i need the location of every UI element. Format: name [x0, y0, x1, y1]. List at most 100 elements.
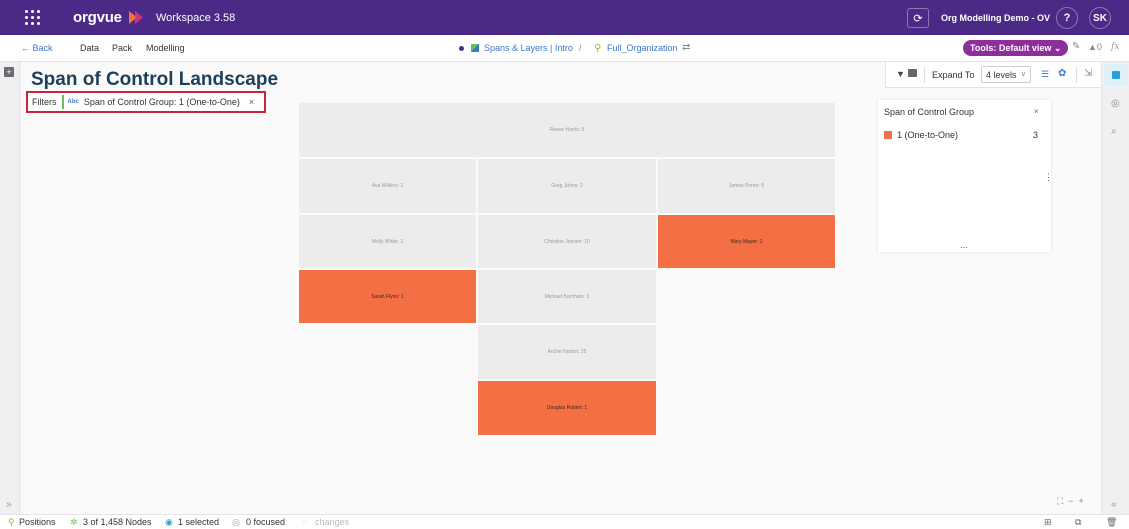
user-avatar[interactable]: SK	[1089, 7, 1111, 29]
treemap-cell-highlighted[interactable]: Mary Mayer: 1	[657, 214, 836, 269]
filter-chip-label: Span of Control Group: 1 (One-to-One)	[83, 97, 240, 107]
focused-count[interactable]: 0 focused	[246, 517, 285, 527]
canvas-area: Span of Control Landscape Filters Abc Sp…	[21, 62, 1101, 514]
treemap-cell[interactable]: Greg Johns: 2	[477, 158, 657, 214]
focused-icon: ◎	[232, 517, 240, 527]
copy-icon[interactable]: ⧉	[1075, 517, 1081, 528]
breadcrumb-separator: /	[579, 43, 582, 53]
delete-icon[interactable]: 🗑	[1106, 517, 1117, 528]
menu-pack[interactable]: Pack	[112, 43, 132, 53]
tools-view-button[interactable]: Tools: Default view ⌄	[963, 40, 1069, 56]
cell-label: Douglas Robert: 1	[546, 405, 588, 411]
chart-toolbar: ▼ Expand To 4 levels ∨ ☰ ✿ ⇲	[885, 62, 1101, 88]
filters-label: Filters	[32, 97, 57, 107]
breadcrumb-dataset[interactable]: Full_Organization	[607, 43, 678, 53]
properties-panel-icon[interactable]	[1104, 64, 1128, 86]
toolbar-divider	[924, 67, 925, 83]
menu-data[interactable]: Data	[80, 43, 99, 53]
logo-mark-icon	[129, 11, 143, 24]
list-view-icon[interactable]: ☰	[1041, 69, 1049, 80]
table-icon[interactable]	[908, 69, 917, 77]
cell-label: Archie Norton: 25	[547, 349, 587, 355]
treemap-cell[interactable]: James Porter: 5	[657, 158, 836, 214]
sync-icon[interactable]: ⟳	[907, 8, 929, 28]
treemap-cell[interactable]: Reeve Harris: 5	[298, 102, 836, 158]
toolbar-divider	[1076, 67, 1077, 83]
color-palette-icon[interactable]: ✿	[1058, 68, 1066, 79]
add-node-icon[interactable]: ⊞	[1044, 517, 1052, 528]
status-bar: ⚲ Positions ✲ 3 of 1,458 Nodes ◉ 1 selec…	[0, 514, 1129, 529]
workspace-label: Workspace 3.58	[156, 12, 236, 24]
close-legend-icon[interactable]: ×	[1034, 107, 1039, 116]
export-icon[interactable]: ⇲	[1084, 68, 1092, 79]
nodes-count: 3 of 1,458 Nodes	[83, 517, 152, 527]
more-horizontal-icon[interactable]: ...	[960, 240, 968, 250]
status-dot-icon	[459, 46, 464, 51]
legend-title: Span of Control Group	[884, 107, 975, 117]
filter-chip[interactable]: Abc Span of Control Group: 1 (One-to-One…	[61, 95, 254, 109]
settings-icon[interactable]: ◎	[1111, 98, 1120, 109]
warning-icon[interactable]: ▲0	[1088, 42, 1102, 52]
cell-label: Greg Johns: 2	[551, 183, 583, 189]
app-grid-icon[interactable]	[25, 10, 40, 25]
back-label: Back	[32, 43, 53, 53]
warning-count: 0	[1096, 42, 1102, 52]
cell-label: Reeve Harris: 5	[549, 127, 585, 133]
search-icon[interactable]: ⌕	[1111, 126, 1117, 137]
right-panel-strip: ◎ ⌕ «	[1101, 62, 1129, 514]
back-link[interactable]: ← Back	[21, 43, 53, 53]
hierarchy-icon: ⚲	[8, 517, 15, 527]
cell-label: Michael Burnham: 3	[544, 293, 590, 300]
legend-swatch	[884, 131, 892, 139]
cell-label: Mary Mayer: 1	[730, 238, 763, 245]
page-title: Span of Control Landscape	[31, 69, 279, 90]
expand-levels-value: 4 levels	[986, 70, 1017, 80]
help-button[interactable]: ?	[1056, 7, 1078, 29]
formula-icon[interactable]: fx	[1111, 42, 1119, 52]
cell-label: Sarah Flynn: 1	[371, 293, 404, 300]
expand-left-icon[interactable]: »	[6, 499, 12, 510]
menu-modelling[interactable]: Modelling	[146, 43, 185, 53]
changes-icon: ◌	[302, 517, 308, 527]
left-panel-strip: + »	[0, 62, 20, 514]
collapse-right-icon[interactable]: «	[1111, 499, 1117, 510]
nodes-icon: ✲	[70, 517, 78, 527]
dataset-title[interactable]: Org Modelling Demo - OV	[941, 13, 1050, 23]
brand-logo[interactable]: orgvue	[73, 9, 122, 26]
zoom-controls[interactable]: ⛶ − +	[1057, 496, 1084, 507]
tools-view-label: Tools: Default view	[970, 43, 1052, 53]
more-vertical-icon[interactable]: ⋮	[1044, 172, 1053, 183]
cell-label: Christine Jensen: 10	[544, 238, 590, 245]
cell-label: Molly White: 3	[371, 238, 404, 245]
add-icon[interactable]: +	[4, 67, 14, 77]
swap-icon[interactable]: ⇄	[682, 42, 690, 53]
hierarchy-icon: ⚲	[594, 43, 602, 54]
chevron-down-icon: ∨	[1020, 71, 1026, 78]
treemap-cell[interactable]: Michael Burnham: 3	[477, 269, 657, 324]
filter-icon[interactable]: ▼	[896, 69, 905, 79]
remove-filter-icon[interactable]: ×	[249, 97, 254, 107]
treemap-cell[interactable]: Ava Wilkins: 2	[298, 158, 477, 214]
positions-label[interactable]: Positions	[19, 517, 56, 527]
changes-label: changes	[315, 517, 350, 527]
top-bar: orgvue Workspace 3.58 ⟳ Org Modelling De…	[0, 0, 1129, 35]
text-type-icon: Abc	[67, 99, 79, 105]
treemap-cell-highlighted[interactable]: Sarah Flynn: 1	[298, 269, 477, 324]
treemap-cell[interactable]: Archie Norton: 25	[477, 324, 657, 380]
legend-panel: Span of Control Group × 1 (One-to-One) 3…	[878, 100, 1053, 252]
pin-icon[interactable]: ✎	[1072, 41, 1080, 52]
legend-item-label[interactable]: 1 (One-to-One)	[897, 130, 958, 140]
expand-levels-select[interactable]: 4 levels ∨	[981, 66, 1031, 83]
treemap-cell[interactable]: Christine Jensen: 10	[477, 214, 657, 269]
legend-item-count: 3	[1033, 130, 1039, 140]
treemap-cell-highlighted[interactable]: Douglas Robert: 1	[477, 380, 657, 436]
cell-label: Ava Wilkins: 2	[371, 183, 404, 189]
pack-icon	[471, 44, 479, 52]
filters-bar: Filters Abc Span of Control Group: 1 (On…	[26, 91, 266, 113]
cell-label: James Porter: 5	[728, 183, 765, 189]
selected-count[interactable]: 1 selected	[178, 517, 219, 527]
nav-bar: ← Back Data Pack Modelling Spans & Layer…	[0, 35, 1129, 62]
treemap-cell[interactable]: Molly White: 3	[298, 214, 477, 269]
selected-icon: ◉	[165, 517, 173, 527]
breadcrumb-pack[interactable]: Spans & Layers | Intro	[484, 43, 573, 53]
